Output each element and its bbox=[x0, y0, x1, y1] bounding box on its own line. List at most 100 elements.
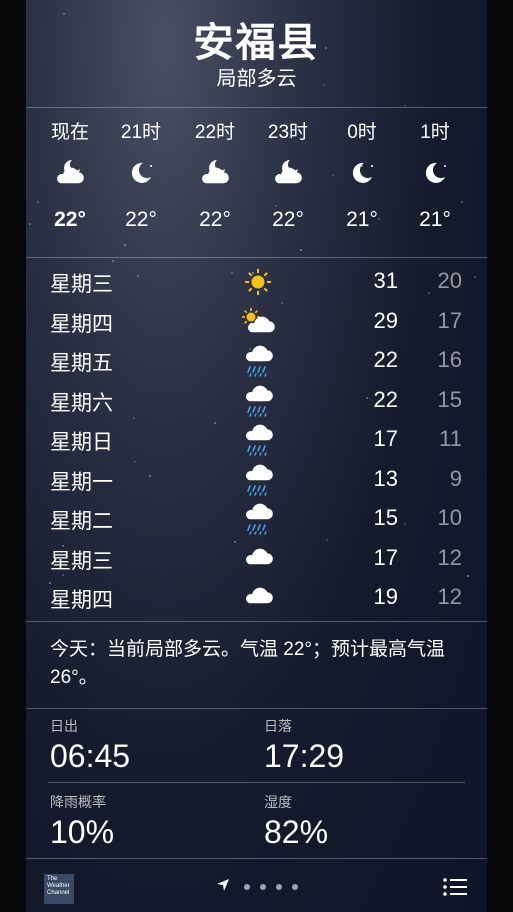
bottom-bar: The Weather Channel bbox=[26, 860, 487, 912]
hourly-temp: 21° bbox=[419, 208, 451, 231]
hourly-time: 21时 bbox=[120, 122, 162, 143]
daily-day: 星期四 bbox=[50, 589, 113, 612]
weather-screen: 安福县 局部多云 现在 22° 21时 22° 22时 22° 23时 22° 0时 21° 1时 2… bbox=[26, 0, 487, 912]
hourly-item: 现在 22° bbox=[30, 120, 110, 232]
location-arrow-icon bbox=[217, 879, 229, 891]
partly-cloudy-night-icon bbox=[202, 160, 229, 184]
cloud-icon bbox=[246, 548, 273, 564]
humidity-value: 82% bbox=[264, 814, 329, 850]
daily-high: 15 bbox=[373, 505, 398, 530]
divider bbox=[26, 621, 487, 622]
sunrise-detail: 日出 06:45 bbox=[50, 716, 130, 775]
hourly-time: 23时 bbox=[267, 122, 309, 143]
daily-icon bbox=[240, 424, 276, 456]
moon-icon bbox=[131, 162, 152, 183]
hourly-forecast[interactable]: 现在 22° 21时 22° 22时 22° 23时 22° 0时 21° 1时 21° bbox=[26, 120, 487, 245]
rain-icon bbox=[246, 424, 273, 456]
daily-day: 星期六 bbox=[50, 391, 113, 415]
partly-cloudy-night-icon bbox=[57, 160, 84, 184]
rain-icon bbox=[246, 345, 273, 377]
page-dot bbox=[292, 884, 298, 890]
hourly-temp: 22° bbox=[272, 208, 304, 231]
weather-channel-logo[interactable]: The Weather Channel bbox=[44, 874, 74, 904]
daily-row: 星期日 17 11 bbox=[26, 420, 487, 460]
daily-icon bbox=[240, 385, 276, 417]
daily-low: 15 bbox=[437, 386, 462, 412]
daily-high: 22 bbox=[373, 386, 398, 412]
humidity-detail: 湿度 82% bbox=[264, 792, 328, 851]
daily-low: 11 bbox=[439, 426, 462, 451]
current-condition: 局部多云 bbox=[216, 68, 297, 90]
hourly-temp: 22° bbox=[125, 208, 157, 231]
daily-day: 星期二 bbox=[50, 510, 113, 533]
daily-day: 星期五 bbox=[50, 352, 113, 375]
sunset-value: 17:29 bbox=[264, 738, 345, 774]
daily-day: 星期三 bbox=[50, 549, 113, 573]
daily-icon bbox=[240, 503, 276, 535]
hourly-item: 23时 22° bbox=[248, 120, 328, 232]
daily-icon bbox=[240, 306, 276, 338]
hourly-temp: 21° bbox=[346, 208, 378, 231]
daily-row: 星期四 19 12 bbox=[26, 578, 487, 618]
daily-high: 17 bbox=[373, 426, 398, 451]
screen-border-right bbox=[487, 0, 513, 912]
page-indicator[interactable] bbox=[216, 878, 306, 894]
sunrise-value: 06:45 bbox=[50, 738, 131, 774]
daily-low: 12 bbox=[437, 544, 462, 570]
daily-low: 20 bbox=[437, 268, 462, 293]
rain-chance-label: 降雨概率 bbox=[50, 794, 106, 810]
hourly-icon bbox=[101, 156, 181, 200]
screen-border-left bbox=[0, 0, 26, 912]
daily-low: 16 bbox=[437, 347, 462, 372]
daily-row: 星期四 29 17 bbox=[26, 302, 487, 342]
daily-icon bbox=[240, 582, 276, 614]
hourly-item: 1时 21° bbox=[395, 120, 475, 232]
daily-day: 星期日 bbox=[50, 431, 113, 454]
list-icon[interactable] bbox=[443, 878, 467, 896]
rain-icon bbox=[246, 385, 273, 417]
star bbox=[300, 249, 303, 252]
rain-icon bbox=[246, 503, 273, 535]
daily-low: 17 bbox=[437, 307, 462, 333]
daily-icon bbox=[240, 543, 276, 575]
today-summary: 今天：当前局部多云。气温 22°；预计最高气温 26°。 bbox=[50, 639, 446, 688]
daily-row: 星期三 31 20 bbox=[26, 262, 487, 302]
hourly-temp: 22° bbox=[54, 208, 86, 231]
daily-row: 星期六 22 15 bbox=[26, 381, 487, 421]
moon-icon bbox=[352, 162, 373, 183]
daily-high: 31 bbox=[373, 268, 398, 293]
sun-icon bbox=[245, 269, 271, 295]
daily-day: 星期一 bbox=[50, 470, 113, 494]
hourly-time: 22时 bbox=[194, 122, 236, 143]
sunrise-label: 日出 bbox=[50, 718, 78, 734]
rain-icon bbox=[246, 464, 273, 496]
divider bbox=[48, 782, 465, 783]
sunset-label: 日落 bbox=[264, 718, 292, 734]
cloud-icon bbox=[246, 587, 273, 604]
page-dot bbox=[244, 884, 250, 890]
hourly-item: 22时 22° bbox=[175, 120, 255, 232]
daily-high: 19 bbox=[373, 584, 398, 609]
daily-day: 星期三 bbox=[50, 273, 113, 296]
hourly-item: 21时 22° bbox=[101, 120, 181, 232]
hourly-time: 1时 bbox=[420, 122, 450, 143]
daily-icon bbox=[240, 464, 276, 496]
daily-row: 星期三 17 12 bbox=[26, 539, 487, 579]
partly-sunny-icon bbox=[242, 307, 275, 332]
divider bbox=[26, 708, 487, 709]
rain-chance-value: 10% bbox=[50, 814, 115, 850]
hourly-icon bbox=[395, 156, 475, 200]
daily-low: 9 bbox=[449, 465, 462, 491]
daily-row: 星期二 15 10 bbox=[26, 499, 487, 539]
sunset-detail: 日落 17:29 bbox=[264, 716, 344, 775]
daily-icon bbox=[240, 266, 276, 298]
daily-forecast: 星期三 31 20 星期四 29 17 星期五 22 16 星期六 22 15 星期日 17 11 星期一 13… bbox=[26, 262, 487, 618]
daily-high: 17 bbox=[373, 544, 398, 570]
humidity-label: 湿度 bbox=[264, 794, 292, 810]
daily-icon bbox=[240, 345, 276, 377]
hourly-item: 0时 21° bbox=[322, 120, 402, 232]
divider bbox=[26, 257, 487, 258]
divider bbox=[26, 107, 487, 108]
daily-low: 12 bbox=[437, 584, 462, 609]
divider bbox=[26, 858, 487, 859]
